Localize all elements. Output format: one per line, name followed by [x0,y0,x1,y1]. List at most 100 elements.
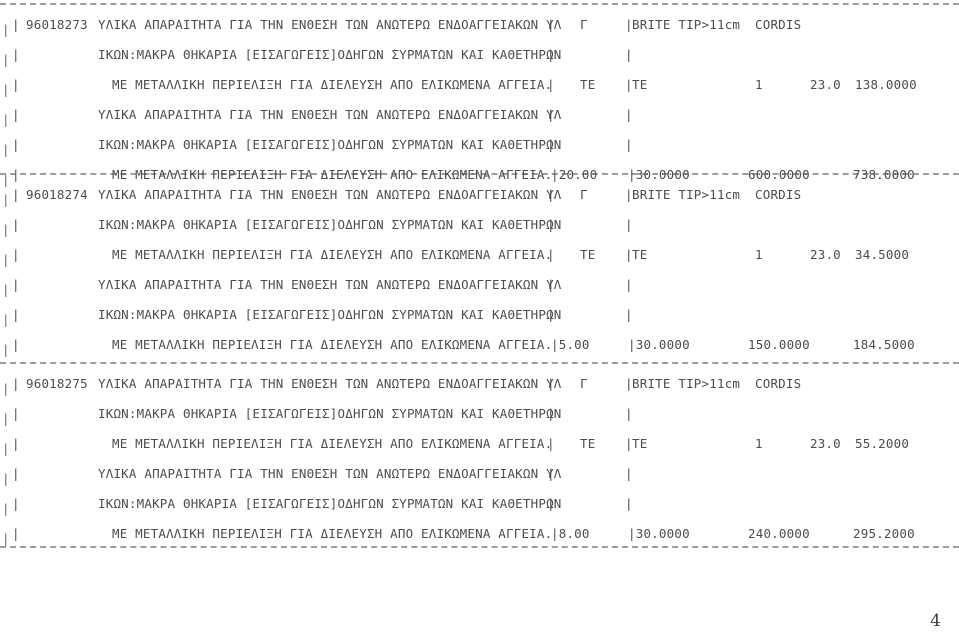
cell-pipe: | [12,17,20,32]
cell-amount: 138.0000 [855,77,917,92]
cell-qty: 1 [755,247,763,262]
cell-description: ΙΚΩΝ:ΜΑΚΡΑ ΘΗΚΑΡΙΑ [ΕΙΣΑΓΩΓΕΙΣ]ΟΔΗΓΩΝ ΣΥ… [98,496,562,511]
cell-pipe3: | [625,107,633,122]
left-edge-pipe: | [2,411,10,426]
cell-pipe2: | [547,187,555,202]
cell-pipe3: | [625,277,633,292]
cell-pipe2: | [547,466,555,481]
cell-description: ΜΕ ΜΕΤΑΛΛΙΚΗ ΠΕΡΙΕΛΙΞΗ ΓΙΑ ΔΙΕΛΕΥΣΗ ΑΠΟ … [112,247,553,262]
cell-product: BRITE TIP>11cm [632,187,741,202]
left-edge-pipe: | [2,441,10,456]
left-edge-pipe: | [2,192,10,207]
cell-amount: 55.2000 [855,436,910,451]
left-edge-pipe: | [2,52,10,67]
record-line: | | 96018274 ΥΛΙΚΑ ΑΠΑΡΑΙΤΗΤΑ ΓΙΑ ΤΗΝ ΕΝΘΕΣ… [0,180,959,210]
cell-val1: |5.00 [551,337,590,352]
cell-pipe2: | [547,17,555,32]
record-line: | | 96018275 ΥΛΙΚΑ ΑΠΑΡΑΙΤΗΤΑ ΓΙΑ ΤΗΝ ΕΝΘΕΣ… [0,369,959,399]
left-edge-pipe: | [2,252,10,267]
record-line: | | ΙΚΩΝ:ΜΑΚΡΑ ΘΗΚΑΡΙΑ [ΕΙΣΑΓΩΓΕΙΣ]ΟΔΗΓΩΝ … [0,40,959,70]
record-line: | | ΙΚΩΝ:ΜΑΚΡΑ ΘΗΚΑΡΙΑ [ΕΙΣΑΓΩΓΕΙΣ]ΟΔΗΓΩΝ … [0,210,959,240]
cell-pipe: | [12,107,20,122]
cell-description: ΜΕ ΜΕΤΑΛΛΙΚΗ ΠΕΡΙΕΛΙΞΗ ΓΙΑ ΔΙΕΛΕΥΣΗ ΑΠΟ … [112,337,553,352]
cell-pipe2: | [547,307,555,322]
cell-pipe3: | [625,47,633,62]
cell-pipe2: | [547,277,555,292]
cell-manufacturer: CORDIS [755,187,802,202]
separator-rule-2 [0,362,959,364]
cell-category: Γ [580,187,588,202]
cell-qty: 1 [755,436,763,451]
cell-description: ΜΕ ΜΕΤΑΛΛΙΚΗ ΠΕΡΙΕΛΙΞΗ ΓΙΑ ΔΙΕΛΕΥΣΗ ΑΠΟ … [112,436,553,451]
cell-pipe2: | [547,436,555,451]
cell-description: ΥΛΙΚΑ ΑΠΑΡΑΙΤΗΤΑ ΓΙΑ ΤΗΝ ΕΝΘΕΣΗ ΤΩΝ ΑΝΩΤ… [98,277,562,292]
cell-pipe: | [12,337,20,352]
cell-pipe2: | [547,217,555,232]
cell-qty: 1 [755,77,763,92]
cell-pipe2: | [547,47,555,62]
cell-pipe3: | [625,137,633,152]
cell-pipe: | [12,496,20,511]
record-line: | | ΜΕ ΜΕΤΑΛΛΙΚΗ ΠΕΡΙΕΛΙΞΗ ΓΙΑ ΔΙΕΛΕΥΣΗ ΑΠ… [0,330,959,360]
left-edge-pipe: | [2,312,10,327]
cell-unit_a: ΤΕ [580,77,596,92]
cell-pipe2: | [547,247,555,262]
cell-pipe: | [12,47,20,62]
cell-description: ΜΕ ΜΕΤΑΛΛΙΚΗ ΠΕΡΙΕΛΙΞΗ ΓΙΑ ΔΙΕΛΕΥΣΗ ΑΠΟ … [112,526,553,541]
cell-val3: 240.0000 [748,526,810,541]
cell-pipe: | [12,526,20,541]
record-line: | | ΜΕ ΜΕΤΑΛΛΙΚΗ ΠΕΡΙΕΛΙΞΗ ΓΙΑ ΔΙΕΛΕΥΣΗ ΑΠ… [0,70,959,100]
record-line: | | ΙΚΩΝ:ΜΑΚΡΑ ΘΗΚΑΡΙΑ [ΕΙΣΑΓΩΓΕΙΣ]ΟΔΗΓΩΝ … [0,130,959,160]
cell-pipe2: | [547,107,555,122]
record-line: | | ΜΕ ΜΕΤΑΛΛΙΚΗ ΠΕΡΙΕΛΙΞΗ ΓΙΑ ΔΙΕΛΕΥΣΗ ΑΠ… [0,519,959,549]
page-number: 4 [930,611,941,631]
cell-description: ΥΛΙΚΑ ΑΠΑΡΑΙΤΗΤΑ ΓΙΑ ΤΗΝ ΕΝΘΕΣΗ ΤΩΝ ΑΝΩΤ… [98,466,562,481]
left-edge-pipe: | [2,531,10,546]
cell-manufacturer: CORDIS [755,17,802,32]
record-line: | | ΙΚΩΝ:ΜΑΚΡΑ ΘΗΚΑΡΙΑ [ΕΙΣΑΓΩΓΕΙΣ]ΟΔΗΓΩΝ … [0,489,959,519]
cell-price: 23.0 [810,436,841,451]
record-line: | | ΜΕ ΜΕΤΑΛΛΙΚΗ ΠΕΡΙΕΛΙΞΗ ΓΙΑ ΔΙΕΛΕΥΣΗ ΑΠ… [0,240,959,270]
cell-val3: 150.0000 [748,337,810,352]
cell-pipe: | [12,277,20,292]
cell-description: ΜΕ ΜΕΤΑΛΛΙΚΗ ΠΕΡΙΕΛΙΞΗ ΓΙΑ ΔΙΕΛΕΥΣΗ ΑΠΟ … [112,77,553,92]
cell-description: ΙΚΩΝ:ΜΑΚΡΑ ΘΗΚΑΡΙΑ [ΕΙΣΑΓΩΓΕΙΣ]ΟΔΗΓΩΝ ΣΥ… [98,217,562,232]
cell-unit_a: ΤΕ [580,436,596,451]
record-line: | | ΜΕ ΜΕΤΑΛΛΙΚΗ ΠΕΡΙΕΛΙΞΗ ΓΙΑ ΔΙΕΛΕΥΣΗ ΑΠ… [0,429,959,459]
cell-description: ΙΚΩΝ:ΜΑΚΡΑ ΘΗΚΑΡΙΑ [ΕΙΣΑΓΩΓΕΙΣ]ΟΔΗΓΩΝ ΣΥ… [98,307,562,322]
record-line: | | ΙΚΩΝ:ΜΑΚΡΑ ΘΗΚΑΡΙΑ [ΕΙΣΑΓΩΓΕΙΣ]ΟΔΗΓΩΝ … [0,300,959,330]
cell-description: ΥΛΙΚΑ ΑΠΑΡΑΙΤΗΤΑ ΓΙΑ ΤΗΝ ΕΝΘΕΣΗ ΤΩΝ ΑΝΩΤ… [98,17,562,32]
left-edge-pipe: | [2,222,10,237]
cell-pipe: | [12,406,20,421]
cell-description: ΙΚΩΝ:ΜΑΚΡΑ ΘΗΚΑΡΙΑ [ΕΙΣΑΓΩΓΕΙΣ]ΟΔΗΓΩΝ ΣΥ… [98,406,562,421]
cell-code: 96018273 [26,17,88,32]
cell-pipe3: | [625,466,633,481]
cell-pipe: | [12,466,20,481]
cell-pipe: | [12,376,20,391]
left-edge-pipe: | [2,112,10,127]
cell-val1: |8.00 [551,526,590,541]
left-edge-pipe: | [2,142,10,157]
cell-amount: 34.5000 [855,247,910,262]
record-line: | | ΥΛΙΚΑ ΑΠΑΡΑΙΤΗΤΑ ΓΙΑ ΤΗΝ ΕΝΘΕΣΗ ΤΩΝ ΑΝ… [0,459,959,489]
cell-description: ΙΚΩΝ:ΜΑΚΡΑ ΘΗΚΑΡΙΑ [ΕΙΣΑΓΩΓΕΙΣ]ΟΔΗΓΩΝ ΣΥ… [98,47,562,62]
cell-pipe: | [12,217,20,232]
cell-code: 96018274 [26,187,88,202]
document-page: | | 96018273 ΥΛΙΚΑ ΑΠΑΡΑΙΤΗΤΑ ΓΙΑ ΤΗΝ ΕΝΘΕΣ… [0,0,959,637]
cell-description: ΥΛΙΚΑ ΑΠΑΡΑΙΤΗΤΑ ΓΙΑ ΤΗΝ ΕΝΘΕΣΗ ΤΩΝ ΑΝΩΤ… [98,376,562,391]
cell-val4: 295.2000 [853,526,915,541]
cell-pipe2: | [547,406,555,421]
cell-manufacturer: CORDIS [755,376,802,391]
cell-product: BRITE TIP>11cm [632,376,741,391]
cell-pipe2: | [547,77,555,92]
cell-pipe2: | [547,137,555,152]
cell-unit-b: ΤΕ [632,77,648,92]
cell-pipe3: | [625,217,633,232]
cell-description: ΥΛΙΚΑ ΑΠΑΡΑΙΤΗΤΑ ΓΙΑ ΤΗΝ ΕΝΘΕΣΗ ΤΩΝ ΑΝΩΤ… [98,187,562,202]
left-edge-pipe: | [2,282,10,297]
cell-category: Γ [580,376,588,391]
cell-pipe: | [12,247,20,262]
cell-price: 23.0 [810,77,841,92]
record-line: | | ΙΚΩΝ:ΜΑΚΡΑ ΘΗΚΑΡΙΑ [ΕΙΣΑΓΩΓΕΙΣ]ΟΔΗΓΩΝ … [0,399,959,429]
cell-unit_a: ΤΕ [580,247,596,262]
